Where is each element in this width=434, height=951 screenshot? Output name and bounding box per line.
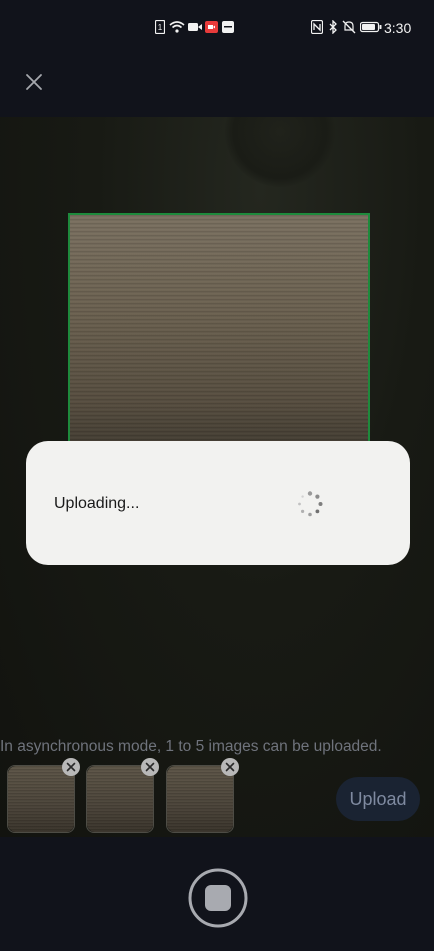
stop-icon	[188, 868, 248, 928]
remove-image-button[interactable]	[221, 758, 239, 776]
close-icon	[225, 762, 235, 772]
image-thumbnail[interactable]	[7, 758, 80, 833]
image-thumbnail[interactable]	[166, 758, 239, 833]
bluetooth-icon	[329, 20, 337, 34]
remove-image-button[interactable]	[141, 758, 159, 776]
nfc-icon	[311, 20, 323, 34]
mute-icon	[342, 20, 356, 34]
background-object	[225, 117, 335, 187]
crop-frame	[68, 213, 370, 467]
svg-text:1: 1	[158, 23, 163, 32]
stop-capture-button[interactable]	[188, 868, 248, 928]
camera-record-icon	[205, 21, 218, 33]
loading-spinner-icon	[298, 491, 323, 517]
remove-image-button[interactable]	[62, 758, 80, 776]
dialog-message: Uploading...	[54, 495, 140, 512]
video-icon	[188, 23, 202, 31]
close-icon	[145, 762, 155, 772]
clock: 3:30	[384, 20, 412, 36]
upload-progress-dialog: Uploading...	[26, 441, 410, 565]
close-icon	[26, 74, 42, 90]
close-button[interactable]	[22, 70, 46, 94]
upload-hint: In asynchronous mode, 1 to 5 images can …	[0, 738, 382, 755]
wifi-icon	[169, 21, 185, 33]
status-bar: 1 3:30	[0, 0, 434, 56]
image-thumbnail[interactable]	[86, 758, 159, 833]
close-icon	[66, 762, 76, 772]
upload-button[interactable]: Upload	[336, 777, 420, 821]
battery-icon	[360, 21, 382, 33]
message-icon	[222, 21, 234, 33]
sim-icon: 1	[155, 20, 165, 34]
